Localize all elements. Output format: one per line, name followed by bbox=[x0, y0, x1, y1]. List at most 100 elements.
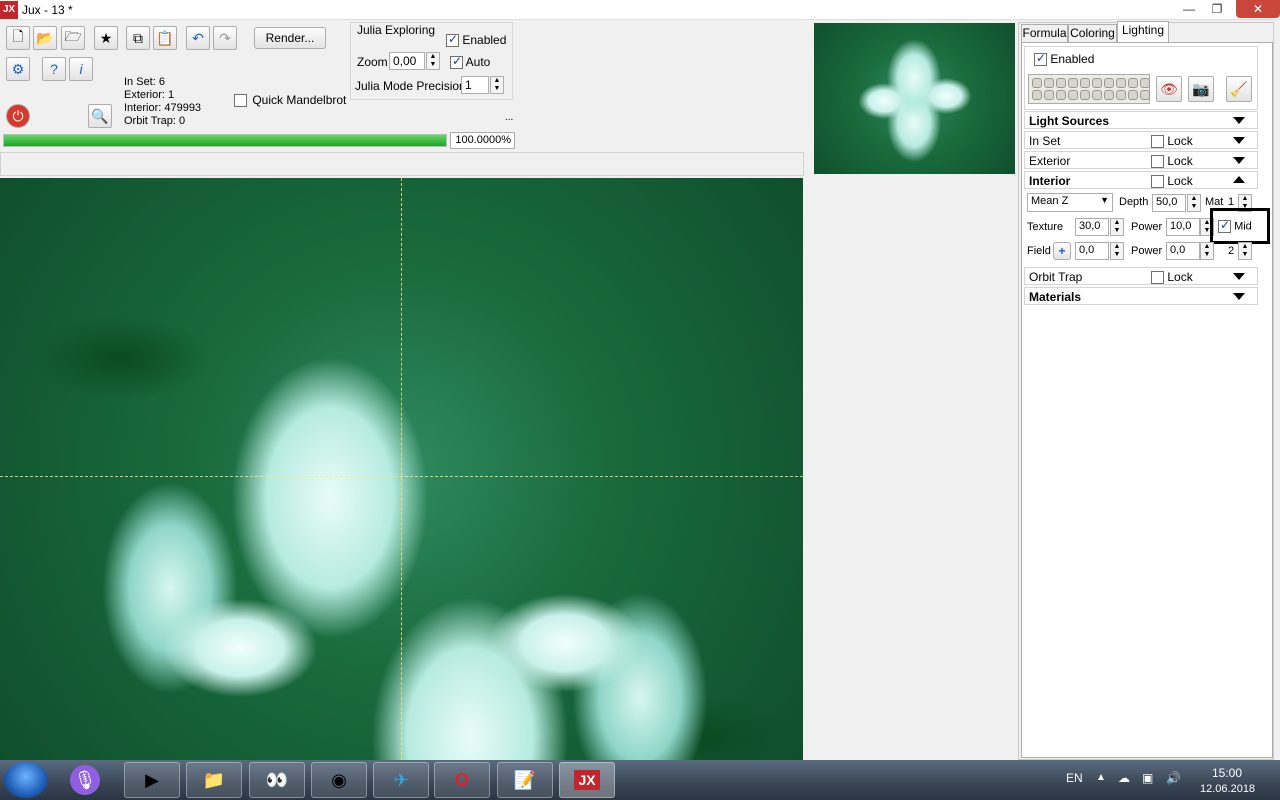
light-preset-swatch[interactable] bbox=[1044, 78, 1054, 88]
light-preset-swatch[interactable] bbox=[1140, 90, 1150, 100]
light-preset-swatch[interactable] bbox=[1044, 90, 1054, 100]
light-preset-grid[interactable] bbox=[1028, 74, 1150, 104]
settings-icon[interactable]: ⚙ bbox=[6, 57, 30, 81]
more-options-ellipsis[interactable]: ... bbox=[505, 112, 513, 123]
zoom-icon[interactable]: 🔍 bbox=[88, 104, 112, 128]
field-spinner[interactable]: ▲ ▼ bbox=[1110, 242, 1124, 260]
power2-input[interactable]: 0,0 bbox=[1166, 242, 1200, 260]
light-preset-swatch[interactable] bbox=[1068, 90, 1078, 100]
zoom-spinner[interactable]: ▲ ▼ bbox=[426, 52, 440, 70]
light-preset-swatch[interactable] bbox=[1092, 78, 1102, 88]
chrome-icon[interactable]: ◉ bbox=[311, 762, 367, 798]
chevron-down-icon[interactable] bbox=[1233, 117, 1245, 124]
field-input[interactable]: 0,0 bbox=[1075, 242, 1109, 260]
light-preset-swatch[interactable] bbox=[1068, 78, 1078, 88]
julia-precision-input[interactable]: 1 bbox=[461, 76, 489, 94]
telegram-icon[interactable]: ✈ bbox=[373, 762, 429, 798]
close-icon[interactable]: ✕ bbox=[1236, 0, 1280, 18]
start-button-icon[interactable] bbox=[4, 762, 48, 798]
media-player-icon[interactable]: ▶ bbox=[124, 762, 180, 798]
clock-date[interactable]: 12.06.2018 bbox=[1200, 783, 1255, 795]
info-icon[interactable]: i bbox=[69, 57, 93, 81]
light-preset-swatch[interactable] bbox=[1056, 90, 1066, 100]
julia-enabled-checkbox[interactable] bbox=[446, 32, 459, 48]
light-clear-icon[interactable]: 🧹 bbox=[1226, 76, 1252, 102]
chevron-down-icon[interactable] bbox=[1233, 137, 1245, 144]
texture-input[interactable]: 30,0 bbox=[1075, 218, 1109, 236]
tray-network-icon[interactable]: ▣ bbox=[1142, 771, 1153, 785]
maximize-icon[interactable]: ❐ bbox=[1204, 0, 1230, 18]
section-materials[interactable]: Materials bbox=[1024, 287, 1258, 305]
chevron-down-icon[interactable] bbox=[1233, 157, 1245, 164]
power2-spinner[interactable]: ▲ ▼ bbox=[1200, 242, 1214, 260]
tab-coloring[interactable]: Coloring bbox=[1068, 24, 1117, 42]
section-light-sources[interactable]: Light Sources bbox=[1024, 111, 1258, 129]
fractal-canvas[interactable] bbox=[0, 178, 803, 760]
tray-expand-icon[interactable]: ▲ bbox=[1096, 772, 1106, 783]
open-folder-icon[interactable]: 📂 bbox=[33, 26, 57, 50]
zoom-input[interactable]: 0,00 bbox=[389, 52, 425, 70]
chevron-up-icon[interactable] bbox=[1233, 176, 1245, 183]
preview-thumbnail[interactable] bbox=[814, 23, 1015, 174]
clock-time[interactable]: 15:00 bbox=[1212, 766, 1242, 780]
tab-formula[interactable]: Formula bbox=[1021, 24, 1068, 42]
orbit-trap-lock-checkbox[interactable] bbox=[1151, 271, 1164, 285]
chevron-down-icon[interactable] bbox=[1233, 293, 1245, 300]
jux-icon[interactable]: JX bbox=[559, 762, 615, 798]
mat2-spinner[interactable]: ▲ ▼ bbox=[1238, 242, 1252, 260]
section-orbit-trap[interactable]: Orbit Trap Lock bbox=[1024, 267, 1258, 285]
eyes-app-icon[interactable]: 👀 bbox=[249, 762, 305, 798]
julia-auto-checkbox[interactable] bbox=[450, 54, 463, 70]
light-preset-swatch[interactable] bbox=[1080, 78, 1090, 88]
interior-mode-select[interactable]: Mean Z ▼ bbox=[1027, 193, 1113, 212]
julia-enabled-option[interactable]: Enabled bbox=[446, 32, 506, 48]
section-interior[interactable]: Interior Lock bbox=[1024, 171, 1258, 189]
undo-icon[interactable]: ↶ bbox=[186, 26, 210, 50]
redo-icon[interactable]: ↷ bbox=[213, 26, 237, 50]
copy-icon[interactable]: ⧉ bbox=[126, 26, 150, 50]
light-preset-swatch[interactable] bbox=[1092, 90, 1102, 100]
julia-precision-spinner[interactable]: ▲ ▼ bbox=[490, 76, 504, 94]
open-recent-icon[interactable]: 🗁 bbox=[61, 26, 85, 50]
chevron-down-icon[interactable] bbox=[1233, 273, 1245, 280]
quick-mandelbrot-checkbox[interactable] bbox=[234, 94, 247, 108]
opera-icon[interactable]: O bbox=[434, 762, 490, 798]
light-view-icon[interactable]: 👁 bbox=[1156, 76, 1182, 102]
new-file-icon[interactable]: 🗋 bbox=[6, 26, 30, 50]
texture-spinner[interactable]: ▲ ▼ bbox=[1110, 218, 1124, 236]
light-preset-swatch[interactable] bbox=[1032, 78, 1042, 88]
minimize-icon[interactable]: — bbox=[1176, 0, 1202, 18]
interior-lock-checkbox[interactable] bbox=[1151, 175, 1164, 189]
light-preset-swatch[interactable] bbox=[1080, 90, 1090, 100]
in-set-lock-checkbox[interactable] bbox=[1151, 135, 1164, 149]
depth-spinner[interactable]: ▲ ▼ bbox=[1187, 194, 1201, 212]
light-preset-swatch[interactable] bbox=[1032, 90, 1042, 100]
file-explorer-icon[interactable]: 📁 bbox=[186, 762, 242, 798]
tab-lighting[interactable]: Lighting bbox=[1117, 21, 1169, 42]
light-preset-swatch[interactable] bbox=[1116, 90, 1126, 100]
light-preset-swatch[interactable] bbox=[1116, 78, 1126, 88]
mat-value[interactable]: 1 bbox=[1228, 196, 1234, 208]
add-field-icon[interactable]: + bbox=[1053, 242, 1071, 260]
save-icon[interactable]: ★ bbox=[94, 26, 118, 50]
light-preset-swatch[interactable] bbox=[1056, 78, 1066, 88]
depth-input[interactable]: 50,0 bbox=[1152, 194, 1186, 212]
julia-auto-option[interactable]: Auto bbox=[450, 54, 490, 70]
mat2-value[interactable]: 2 bbox=[1228, 245, 1234, 257]
light-preset-swatch[interactable] bbox=[1128, 90, 1138, 100]
exterior-lock-checkbox[interactable] bbox=[1151, 155, 1164, 169]
paste-icon[interactable]: 📋 bbox=[153, 26, 177, 50]
power-input[interactable]: 10,0 bbox=[1166, 218, 1200, 236]
tray-cloud-icon[interactable]: ☁ bbox=[1118, 771, 1130, 785]
help-icon[interactable]: ? bbox=[42, 57, 66, 81]
lighting-enabled-checkbox[interactable] bbox=[1034, 51, 1047, 67]
power-icon[interactable]: ⏻ bbox=[6, 104, 30, 128]
light-preset-swatch[interactable] bbox=[1128, 78, 1138, 88]
section-exterior[interactable]: Exterior Lock bbox=[1024, 151, 1258, 169]
light-preset-swatch[interactable] bbox=[1104, 90, 1114, 100]
quick-mandelbrot-option[interactable]: Quick Mandelbrot bbox=[234, 93, 346, 108]
light-preset-swatch[interactable] bbox=[1140, 78, 1150, 88]
light-record-icon[interactable]: 📷 bbox=[1188, 76, 1214, 102]
lighting-enabled-option[interactable]: Enabled bbox=[1034, 51, 1094, 67]
notes-icon[interactable]: 📝 bbox=[497, 762, 553, 798]
